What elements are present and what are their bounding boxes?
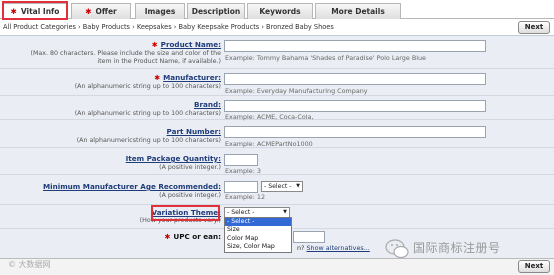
upc-input[interactable] bbox=[293, 231, 325, 243]
tab-bar: ✱ Vital Info ✱ Offer Images Description Ke… bbox=[0, 0, 554, 20]
breadcrumb: All Product Categories › Baby Products ›… bbox=[3, 23, 334, 31]
brand-example: Example: ACME, Coca-Cola, bbox=[225, 113, 314, 121]
link-prefix: n? bbox=[297, 244, 305, 252]
brand-label[interactable]: Brand: bbox=[194, 100, 221, 109]
brand-hint: (An alphanumeric string up to 100 charac… bbox=[74, 110, 221, 117]
tab-keywords[interactable]: Keywords bbox=[247, 3, 313, 19]
next-button-top[interactable]: Next bbox=[518, 21, 550, 34]
item-package-quantity-hint: (A positive integer.) bbox=[159, 164, 221, 171]
variation-theme-dropdown: - Select - Size Color Map Size, Color Ma… bbox=[224, 217, 292, 253]
tab-description[interactable]: Description bbox=[187, 3, 245, 19]
row-divider bbox=[0, 95, 554, 96]
variation-theme-hint: (How your products vary.) bbox=[139, 217, 221, 224]
dropdown-arrow-icon: ▼ bbox=[296, 183, 300, 189]
required-star: ✱ bbox=[151, 41, 158, 49]
tab-label: More Details bbox=[331, 7, 385, 16]
required-star: ✱ bbox=[10, 7, 17, 16]
required-star: ✱ bbox=[85, 7, 92, 16]
part-number-label[interactable]: Part Number: bbox=[167, 127, 221, 136]
dropdown-option[interactable]: Size bbox=[225, 226, 291, 234]
product-name-input[interactable] bbox=[224, 40, 486, 52]
product-name-example: Example: Tommy Bahama 'Shades of Paradis… bbox=[225, 54, 426, 62]
row-divider bbox=[0, 204, 554, 205]
product-name-label[interactable]: ✱ Product Name: bbox=[152, 40, 221, 49]
min-age-hint: (A positive integer.) bbox=[159, 192, 221, 199]
watermark-text: 国际商标注册号 bbox=[413, 241, 501, 255]
min-age-example: Example: 12 bbox=[225, 193, 266, 201]
next-button-bottom[interactable]: Next bbox=[518, 260, 550, 273]
part-number-hint: (An alphanumericstring up to 100 charact… bbox=[76, 137, 221, 144]
upc-label: ✱ UPC or ean: bbox=[165, 232, 221, 241]
manufacturer-input[interactable] bbox=[224, 73, 486, 85]
tab-label: Keywords bbox=[259, 7, 301, 16]
select-value: - Select - bbox=[264, 183, 292, 190]
tab-offer[interactable]: ✱ Offer bbox=[71, 3, 131, 19]
min-age-input[interactable] bbox=[224, 181, 258, 193]
tab-label: Offer bbox=[95, 7, 117, 16]
tab-vital-info[interactable]: ✱ Vital Info bbox=[3, 3, 67, 20]
manufacturer-hint: (An alphanumeric string up to 100 charac… bbox=[74, 83, 221, 90]
label-text: Product Name: bbox=[160, 40, 221, 49]
dropdown-arrow-icon: ▼ bbox=[283, 209, 287, 215]
row-divider bbox=[0, 68, 554, 69]
dropdown-option[interactable]: Size, Color Map bbox=[225, 243, 291, 251]
item-package-quantity-example: Example: 3 bbox=[225, 167, 261, 175]
part-number-example: Example: ACMEPartNo1000 bbox=[225, 140, 313, 148]
part-number-input[interactable] bbox=[224, 126, 486, 138]
dropdown-option[interactable]: Color Map bbox=[225, 235, 291, 243]
manufacturer-label[interactable]: ✱ Manufacturer: bbox=[154, 73, 221, 82]
required-star: ✱ bbox=[164, 233, 171, 241]
dropdown-option[interactable]: - Select - bbox=[225, 218, 291, 227]
tab-images[interactable]: Images bbox=[135, 3, 185, 19]
brand-input[interactable] bbox=[224, 100, 486, 112]
bottom-bar bbox=[0, 258, 554, 275]
label-text: UPC or ean: bbox=[173, 232, 221, 241]
age-unit-select[interactable]: - Select - ▼ bbox=[261, 181, 303, 192]
required-star: ✱ bbox=[154, 74, 161, 82]
show-alternatives: n? Show alternatives... bbox=[297, 244, 370, 252]
tab-more-details[interactable]: More Details bbox=[315, 3, 401, 19]
watermark-left: © 大数据网 bbox=[8, 260, 51, 269]
select-value: - Select - bbox=[227, 209, 255, 216]
min-age-label[interactable]: Minimum Manufacturer Age Recommended: bbox=[43, 182, 221, 191]
item-package-quantity-label[interactable]: Item Package Quantity: bbox=[126, 154, 221, 163]
tab-label: Description bbox=[191, 7, 241, 16]
wechat-icon bbox=[385, 239, 409, 259]
product-name-hint: (Max. 80 characters. Please include the … bbox=[30, 50, 222, 65]
item-package-quantity-input[interactable] bbox=[224, 154, 258, 166]
label-text: Manufacturer: bbox=[163, 73, 221, 82]
manufacturer-example: Example: Everyday Manufacturing Company bbox=[225, 87, 368, 95]
tab-label: Vital Info bbox=[20, 7, 60, 16]
tab-label: Images bbox=[144, 7, 176, 16]
row-divider bbox=[0, 174, 554, 175]
variation-theme-label[interactable]: Variation Theme: bbox=[152, 208, 221, 217]
show-alternatives-link[interactable]: Show alternatives... bbox=[307, 244, 370, 252]
